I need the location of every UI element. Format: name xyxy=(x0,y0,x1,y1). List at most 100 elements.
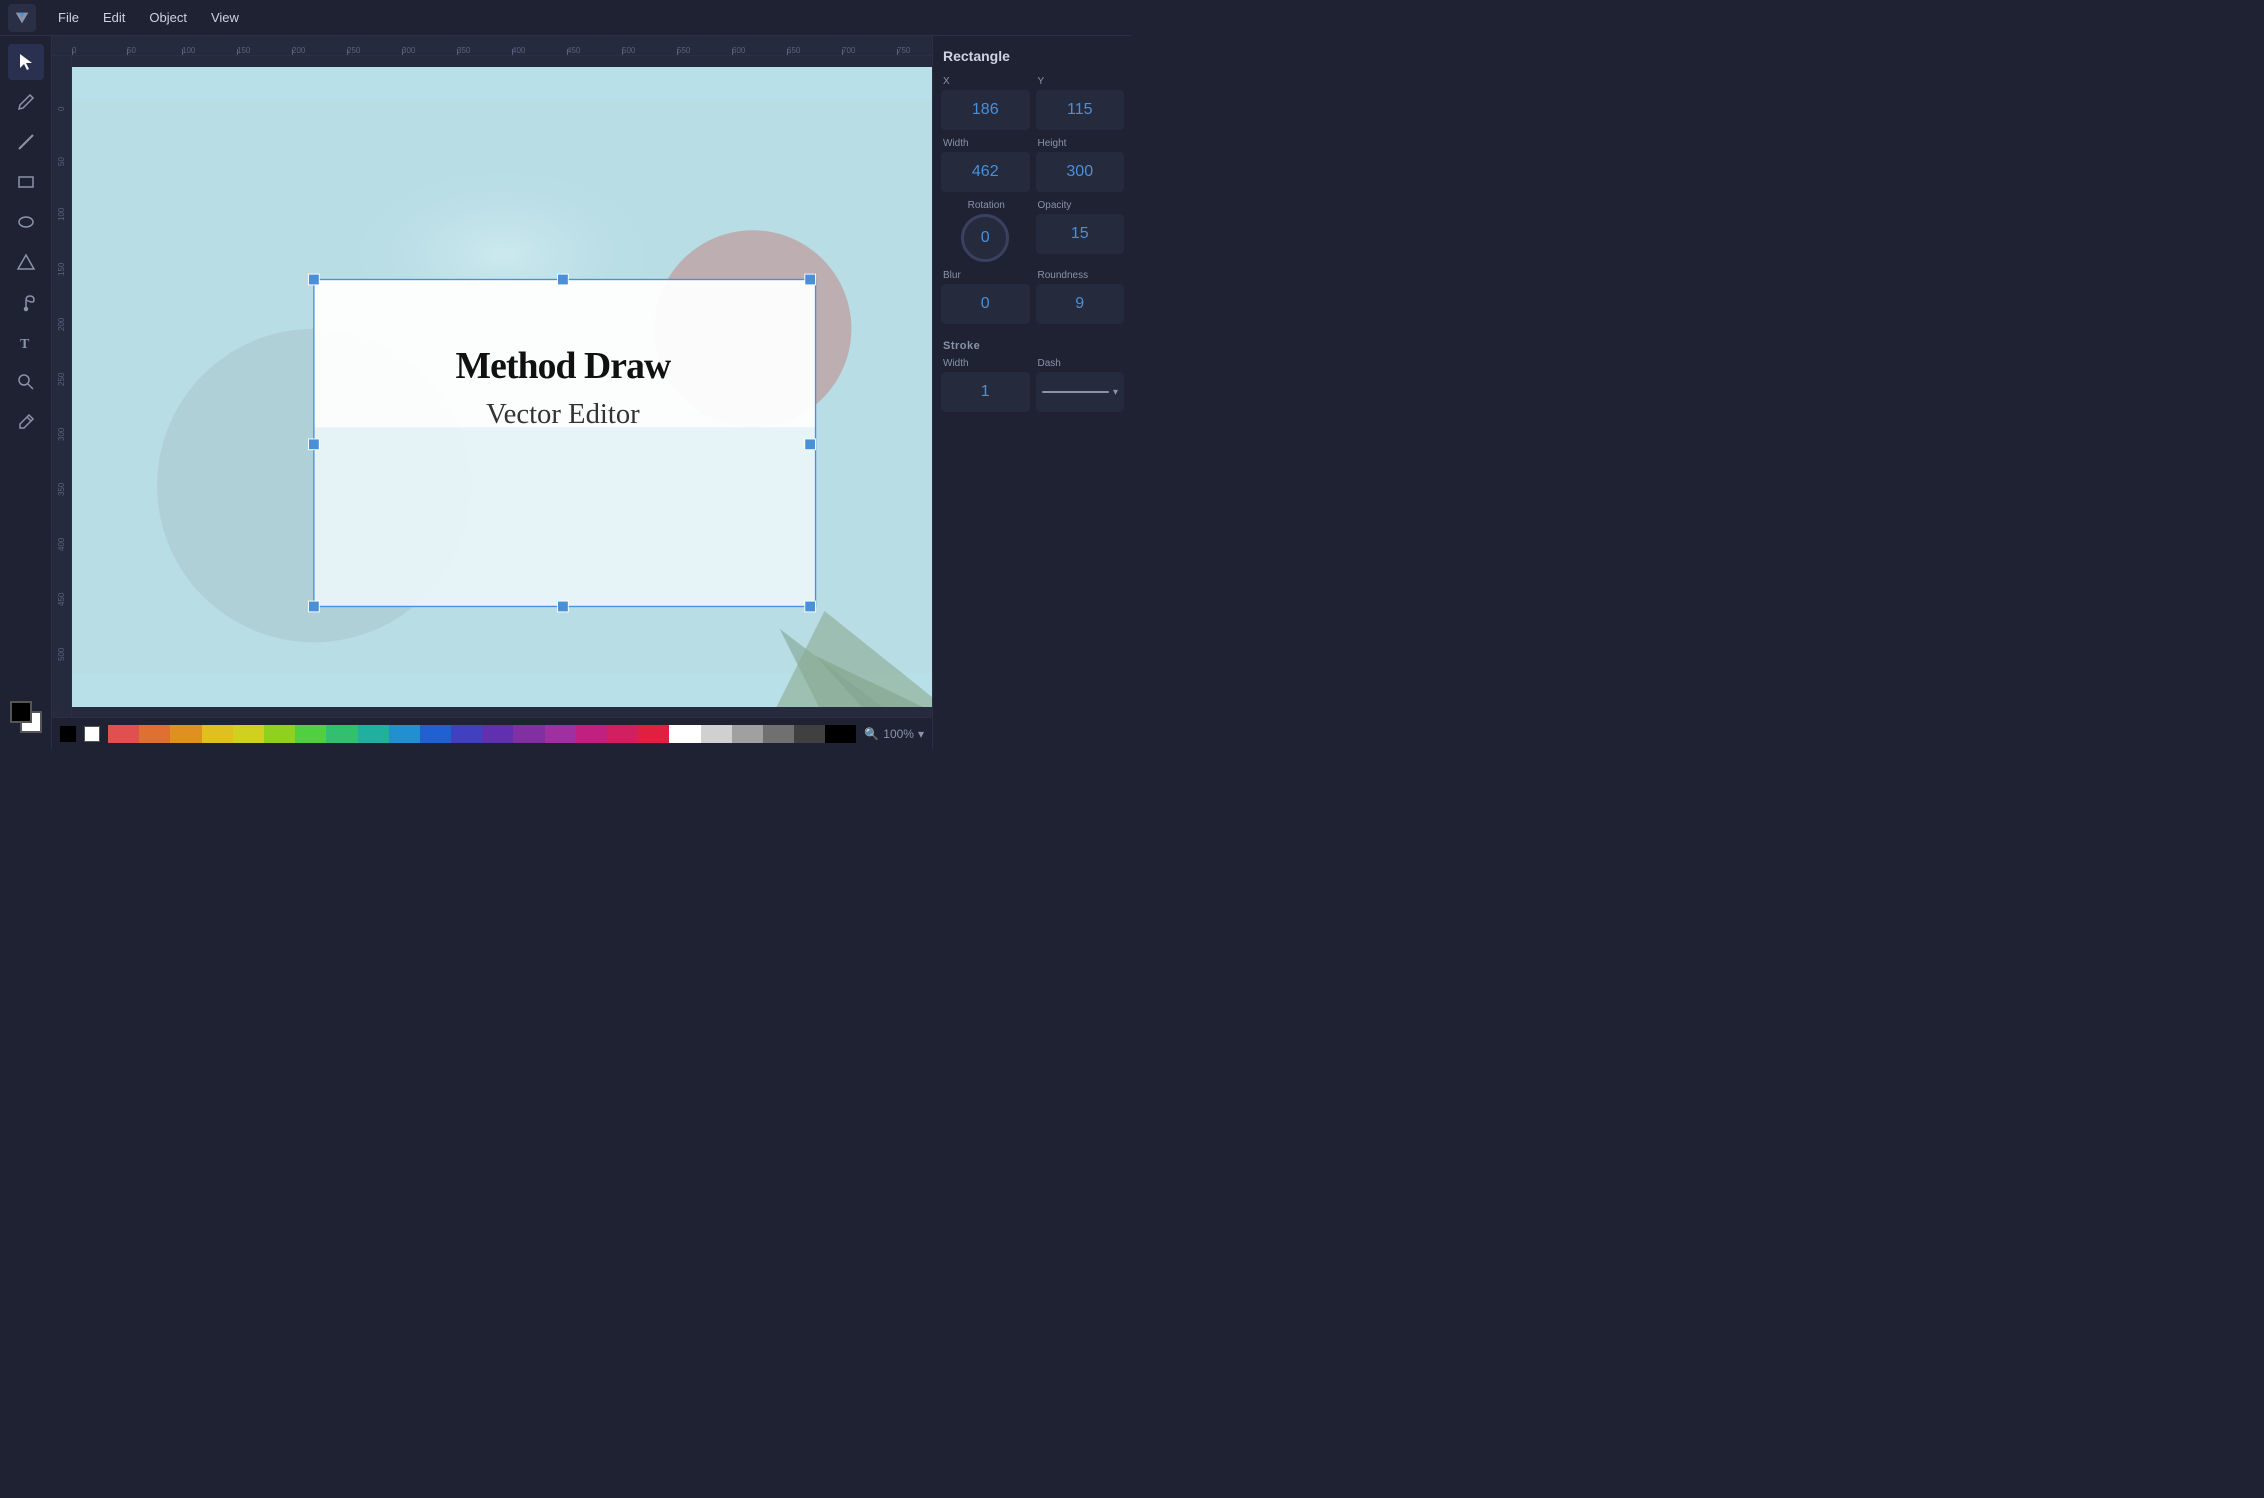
background-color-swatch[interactable] xyxy=(84,726,100,742)
zoom-dropdown-icon[interactable]: ▾ xyxy=(918,727,924,741)
dash-dropdown-arrow: ▾ xyxy=(1113,387,1118,398)
stroke-width-value[interactable]: 1 xyxy=(941,372,1030,412)
stroke-width-label: Width xyxy=(941,358,1030,369)
palette-color-9[interactable] xyxy=(389,725,420,743)
ellipse-tool[interactable] xyxy=(8,204,44,240)
app-logo[interactable] xyxy=(8,4,36,32)
palette-color-19[interactable] xyxy=(701,725,732,743)
height-label: Height xyxy=(1036,138,1125,149)
opacity-value[interactable]: 15 xyxy=(1036,214,1125,254)
palette-color-0[interactable] xyxy=(108,725,139,743)
ruler-mark-750: 750 xyxy=(897,46,932,55)
y-value[interactable]: 115 xyxy=(1036,90,1125,130)
panel-title: Rectangle xyxy=(941,48,1124,64)
height-value[interactable]: 300 xyxy=(1036,152,1125,192)
bottom-bar: 🔍 100% ▾ xyxy=(52,717,932,749)
palette-color-1[interactable] xyxy=(139,725,170,743)
ruler-mark-50: 50 xyxy=(127,46,182,55)
palette-color-22[interactable] xyxy=(794,725,825,743)
menu-edit[interactable]: Edit xyxy=(93,6,135,29)
ruler-mark-350: 350 xyxy=(457,46,512,55)
foreground-color-swatch[interactable] xyxy=(60,726,76,742)
palette-color-13[interactable] xyxy=(513,725,544,743)
blur-label: Blur xyxy=(941,270,1030,281)
select-tool[interactable] xyxy=(8,44,44,80)
fill-color-front xyxy=(10,701,32,723)
blur-value[interactable]: 0 xyxy=(941,284,1030,324)
menu-view[interactable]: View xyxy=(201,6,249,29)
svg-canvas[interactable]: Method Draw Vector Editor xyxy=(72,67,932,707)
line-tool[interactable] xyxy=(8,124,44,160)
palette-color-15[interactable] xyxy=(576,725,607,743)
ruler-mark-150: 150 xyxy=(237,46,292,55)
palette-color-7[interactable] xyxy=(326,725,357,743)
triangle-tool[interactable] xyxy=(8,244,44,280)
ruler-v-150: 150 xyxy=(52,221,71,276)
stroke-section-label: Stroke xyxy=(943,340,1124,352)
ruler-marks: 0 50 100 150 200 250 300 350 400 450 500… xyxy=(72,46,932,55)
ruler-v-450: 450 xyxy=(52,551,71,606)
ruler-v-400: 400 xyxy=(52,496,71,551)
x-value[interactable]: 186 xyxy=(941,90,1030,130)
ruler-v-100: 100 xyxy=(52,166,71,221)
zoom-area: 🔍 100% ▾ xyxy=(864,727,924,741)
color-palette xyxy=(108,725,856,743)
eyedropper-tool[interactable] xyxy=(8,404,44,440)
palette-color-3[interactable] xyxy=(202,725,233,743)
svg-text:Vector Editor: Vector Editor xyxy=(486,397,640,429)
palette-color-6[interactable] xyxy=(295,725,326,743)
y-group: Y 115 xyxy=(1036,76,1125,130)
color-swatch-area[interactable] xyxy=(10,701,42,733)
palette-color-5[interactable] xyxy=(264,725,295,743)
palette-color-10[interactable] xyxy=(420,725,451,743)
rect-tool[interactable] xyxy=(8,164,44,200)
zoom-level: 100% xyxy=(883,727,914,741)
palette-color-11[interactable] xyxy=(451,725,482,743)
ruler-v-500: 500 xyxy=(52,606,71,661)
xy-row: X 186 Y 115 xyxy=(941,76,1124,130)
ruler-v-0: 0 xyxy=(52,56,71,111)
zoom-tool[interactable] xyxy=(8,364,44,400)
x-group: X 186 xyxy=(941,76,1030,130)
pen-tool[interactable] xyxy=(8,284,44,320)
toolbar: T xyxy=(0,36,52,749)
palette-color-14[interactable] xyxy=(545,725,576,743)
ruler-mark-500: 500 xyxy=(622,46,677,55)
zoom-icon: 🔍 xyxy=(864,727,879,741)
stroke-dash-group: Dash ▾ xyxy=(1036,358,1125,412)
width-value[interactable]: 462 xyxy=(941,152,1030,192)
right-panel: Rectangle X 186 Y 115 Width 462 Height 3… xyxy=(932,36,1132,749)
blur-roundness-row: Blur 0 Roundness 9 xyxy=(941,270,1124,324)
palette-color-21[interactable] xyxy=(763,725,794,743)
x-label: X xyxy=(941,76,1030,87)
palette-color-20[interactable] xyxy=(732,725,763,743)
palette-color-4[interactable] xyxy=(233,725,264,743)
palette-color-12[interactable] xyxy=(482,725,513,743)
ruler-v-300: 300 xyxy=(52,386,71,441)
rotation-label: Rotation xyxy=(966,200,1005,211)
stroke-dash-selector[interactable]: ▾ xyxy=(1036,372,1125,412)
menu-file[interactable]: File xyxy=(48,6,89,29)
roundness-label: Roundness xyxy=(1036,270,1125,281)
wh-row: Width 462 Height 300 xyxy=(941,138,1124,192)
palette-color-8[interactable] xyxy=(358,725,389,743)
palette-color-23[interactable] xyxy=(825,725,856,743)
dash-line-preview xyxy=(1042,391,1109,393)
palette-color-17[interactable] xyxy=(638,725,669,743)
text-tool[interactable]: T xyxy=(8,324,44,360)
y-label: Y xyxy=(1036,76,1125,87)
canvas-area: 0 50 100 150 200 250 300 350 400 450 500… xyxy=(52,36,932,749)
rotation-value[interactable]: 0 xyxy=(961,214,1009,262)
rotation-group: Rotation 0 xyxy=(941,200,1030,262)
pencil-tool[interactable] xyxy=(8,84,44,120)
palette-color-16[interactable] xyxy=(607,725,638,743)
width-label: Width xyxy=(941,138,1030,149)
rotation-opacity-row: Rotation 0 Opacity 15 xyxy=(941,200,1124,262)
palette-color-2[interactable] xyxy=(170,725,201,743)
ruler-mark-400: 400 xyxy=(512,46,567,55)
width-group: Width 462 xyxy=(941,138,1030,192)
roundness-value[interactable]: 9 xyxy=(1036,284,1125,324)
palette-color-18[interactable] xyxy=(669,725,700,743)
canvas-viewport[interactable]: Method Draw Vector Editor xyxy=(72,56,932,717)
menu-object[interactable]: Object xyxy=(139,6,197,29)
